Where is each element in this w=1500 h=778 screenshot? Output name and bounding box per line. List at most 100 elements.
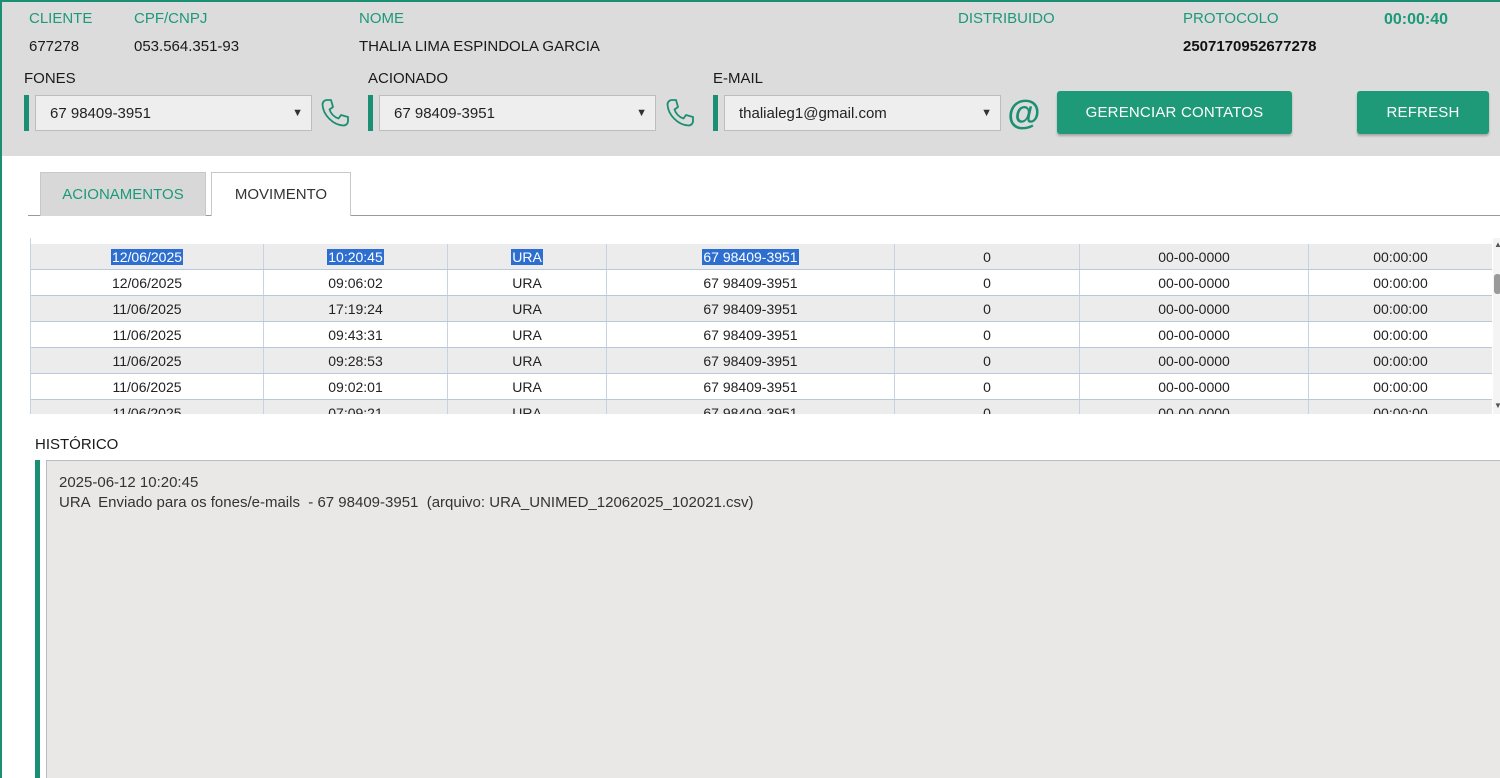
scroll-down-icon[interactable]: ▼	[1494, 401, 1500, 410]
table-cell: 11/06/2025	[31, 348, 264, 373]
table-cell-text: URA	[512, 404, 542, 415]
table-row[interactable]: 11/06/2025 17:19:24 URA 67 98409-3951 0 00-00…	[31, 296, 1492, 322]
table-row[interactable]: 11/06/2025 07:09:21 URA 67 98409-3951 0 00-00…	[31, 400, 1492, 414]
phone-icon-svg	[666, 99, 694, 127]
table-cell: URA	[448, 322, 607, 347]
cpf-label: CPF/CNPJ	[134, 10, 208, 27]
table-cell: 09:06:02	[264, 270, 448, 295]
table-cell: 67 98409-3951	[607, 400, 895, 414]
historico-textarea[interactable]: 2025-06-12 10:20:45 URA Enviado para os …	[46, 460, 1500, 778]
chevron-down-icon: ▼	[981, 107, 992, 119]
table-cell-text: 0	[983, 352, 991, 369]
table-cell: 00:00:00	[1309, 322, 1492, 347]
historico-accent-bar	[35, 460, 40, 778]
fones-selected-value: 67 98409-3951	[50, 104, 151, 122]
table-cell-text: 12/06/2025	[110, 248, 184, 265]
cpf-value: 053.564.351-93	[134, 38, 240, 55]
table-cell: 67 98409-3951	[607, 244, 895, 269]
table-cell: 0	[895, 244, 1080, 269]
table-cell-text: 00:00:00	[1373, 248, 1428, 265]
table-row[interactable]: 11/06/2025 09:43:31 URA 67 98409-3951 0 00-00…	[31, 322, 1492, 348]
phone-icon[interactable]	[318, 96, 352, 130]
table-cell-text: 0	[983, 300, 991, 317]
table-cell-text: 11/06/2025	[112, 326, 182, 343]
cliente-value: 677278	[29, 38, 80, 55]
table-row[interactable]: 11/06/2025 09:02:01 URA 67 98409-3951 0 00-00…	[31, 374, 1492, 400]
table-cell-text: 67 98409-3951	[703, 352, 798, 369]
table-cell-text: 67 98409-3951	[703, 404, 798, 415]
table-cell: 0	[895, 322, 1080, 347]
table-cell-text: 67 98409-3951	[703, 300, 798, 317]
table-cell: 0	[895, 374, 1080, 399]
table-cell: 0	[895, 296, 1080, 321]
table-cell: 11/06/2025	[31, 400, 264, 414]
table-cell: 00-00-0000	[1080, 322, 1309, 347]
chevron-down-icon: ▼	[636, 107, 647, 119]
historico-label: HISTÓRICO	[35, 436, 119, 453]
phone-icon[interactable]	[663, 96, 697, 130]
table-cell: URA	[448, 270, 607, 295]
table-cell: 09:02:01	[264, 374, 448, 399]
email-select[interactable]: thalialeg1@gmail.com ▼	[724, 95, 1001, 131]
table-cell: 00:00:00	[1309, 270, 1492, 295]
table-cell-text: 11/06/2025	[112, 352, 182, 369]
table-row[interactable]: 12/06/2025 09:06:02 URA 67 98409-3951 0 00-00…	[31, 270, 1492, 296]
scrollbar-thumb[interactable]	[1494, 274, 1500, 294]
email-selected-value: thalialeg1@gmail.com	[739, 104, 887, 122]
table-cell: 00:00:00	[1309, 244, 1492, 269]
at-sign-icon[interactable]: @	[1007, 96, 1041, 130]
table-cell-text: 00:00:00	[1373, 326, 1428, 343]
table-cell-text: 10:20:45	[327, 248, 384, 265]
table-cell-text: 07:09:21	[328, 404, 383, 415]
table-cell: 00:00:00	[1309, 374, 1492, 399]
email-select-wrap: thalialeg1@gmail.com ▼	[713, 95, 1001, 131]
fones-select[interactable]: 67 98409-3951 ▼	[35, 95, 312, 131]
table-cell-text: 00:00:00	[1373, 300, 1428, 317]
table-cell-text: 00-00-0000	[1158, 404, 1230, 415]
table-cell-text: 09:43:31	[328, 326, 383, 343]
table-cell-text: 09:06:02	[328, 274, 383, 291]
acionado-selected-value: 67 98409-3951	[394, 104, 495, 122]
tab-movimento[interactable]: MOVIMENTO	[211, 172, 351, 216]
table-cell-text: URA	[511, 248, 543, 265]
table-cell-text: 67 98409-3951	[702, 248, 799, 265]
table-cell: URA	[448, 348, 607, 373]
table-scrollbar[interactable]: ▲ ▼	[1493, 238, 1500, 414]
phone-icon-svg	[321, 99, 349, 127]
table-cell: 09:28:53	[264, 348, 448, 373]
table-cell: 11/06/2025	[31, 296, 264, 321]
gerenciar-contatos-button[interactable]: GERENCIAR CONTATOS	[1057, 91, 1292, 134]
table-cell-text: 0	[983, 404, 991, 415]
table-cell: 09:43:31	[264, 322, 448, 347]
table-cell: 67 98409-3951	[607, 374, 895, 399]
app-window: CLIENTE 677278 CPF/CNPJ 053.564.351-93 N…	[2, 2, 1500, 778]
table-cell-text: 67 98409-3951	[703, 326, 798, 343]
table-cell-text: 0	[983, 274, 991, 291]
table-cell: URA	[448, 296, 607, 321]
table-row[interactable]: 11/06/2025 09:28:53 URA 67 98409-3951 0 00-00…	[31, 348, 1492, 374]
client-header: CLIENTE 677278 CPF/CNPJ 053.564.351-93 N…	[2, 2, 1500, 156]
table-cell-text: 00-00-0000	[1158, 274, 1230, 291]
scroll-up-icon[interactable]: ▲	[1494, 240, 1500, 249]
table-cell-text: 00-00-0000	[1158, 352, 1230, 369]
table-cell: 00-00-0000	[1080, 374, 1309, 399]
table-cell: URA	[448, 374, 607, 399]
table-cell: 11/06/2025	[31, 322, 264, 347]
table-cell-text: 11/06/2025	[112, 300, 182, 317]
table-row[interactable]: 12/06/2025 10:20:45 URA 67 98409-3951 0 00-00…	[31, 244, 1492, 270]
tab-acionamentos[interactable]: ACIONAMENTOS	[40, 172, 206, 216]
tab-bar: ACIONAMENTOS MOVIMENTO	[28, 172, 1500, 216]
refresh-button[interactable]: REFRESH	[1357, 91, 1489, 134]
acionado-select[interactable]: 67 98409-3951 ▼	[379, 95, 656, 131]
table-cell-text: 00-00-0000	[1158, 300, 1230, 317]
table-cell-text: URA	[512, 352, 542, 369]
table-cell: URA	[448, 400, 607, 414]
table-cell-text: 00-00-0000	[1158, 248, 1230, 265]
table-cell-text: 11/06/2025	[112, 378, 182, 395]
acionamentos-table: 12/06/2025 10:20:45 URA 67 98409-3951 0 00-00…	[30, 238, 1492, 414]
table-cell: 12/06/2025	[31, 244, 264, 269]
table-cell: 00-00-0000	[1080, 400, 1309, 414]
table-cell-text: URA	[512, 378, 542, 395]
table-cell: 00-00-0000	[1080, 348, 1309, 373]
table-cell-text: 09:28:53	[328, 352, 383, 369]
